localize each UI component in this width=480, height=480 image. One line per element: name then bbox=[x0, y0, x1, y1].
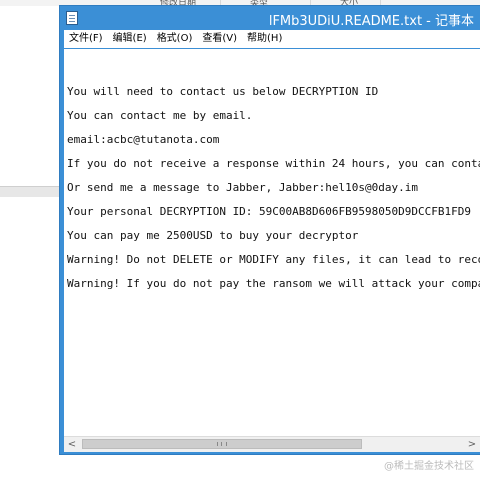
menu-view[interactable]: 查看(V) bbox=[197, 30, 242, 48]
notepad-window: lFMb3UDiU.README.txt - 记事本 文件(F) 编辑(E) 格… bbox=[60, 6, 480, 454]
text-line: Warning! Do not DELETE or MODIFY any fil… bbox=[67, 253, 480, 266]
horizontal-scrollbar[interactable]: < > bbox=[64, 436, 480, 452]
menu-format[interactable]: 格式(O) bbox=[152, 30, 198, 48]
text-line: Your personal DECRYPTION ID: 59C00AB8D60… bbox=[67, 205, 471, 218]
text-line: You can contact me by email. bbox=[67, 109, 253, 122]
scroll-right-icon[interactable]: > bbox=[464, 437, 480, 452]
text-line: Or send me a message to Jabber, Jabber:h… bbox=[67, 181, 418, 194]
scroll-left-icon[interactable]: < bbox=[64, 437, 80, 452]
text-line: email:acbc@tutanota.com bbox=[67, 133, 220, 146]
watermark: @稀土掘金技术社区 bbox=[384, 461, 474, 472]
menu-edit[interactable]: 编辑(E) bbox=[108, 30, 152, 48]
menu-file[interactable]: 文件(F) bbox=[64, 30, 108, 48]
menu-bar: 文件(F) 编辑(E) 格式(O) 查看(V) 帮助(H) bbox=[64, 30, 480, 48]
scrollbar-thumb[interactable] bbox=[82, 439, 362, 449]
window-title: lFMb3UDiU.README.txt - 记事本 bbox=[268, 14, 474, 29]
menu-help[interactable]: 帮助(H) bbox=[242, 30, 287, 48]
text-line: You will need to contact us below DECRYP… bbox=[67, 85, 379, 98]
text-line: If you do not receive a response within … bbox=[67, 157, 480, 170]
scrollbar-grip-icon bbox=[217, 442, 227, 446]
text-line: You can pay me 2500USD to buy your decry… bbox=[67, 229, 359, 242]
title-bar[interactable]: lFMb3UDiU.README.txt - 记事本 bbox=[60, 6, 480, 30]
explorer-sidebar-divider bbox=[0, 186, 60, 197]
text-editor[interactable]: You will need to contact us below DECRYP… bbox=[64, 49, 480, 436]
text-line: Warning! If you do not pay the ransom we… bbox=[67, 277, 480, 290]
notepad-icon[interactable] bbox=[66, 11, 78, 25]
